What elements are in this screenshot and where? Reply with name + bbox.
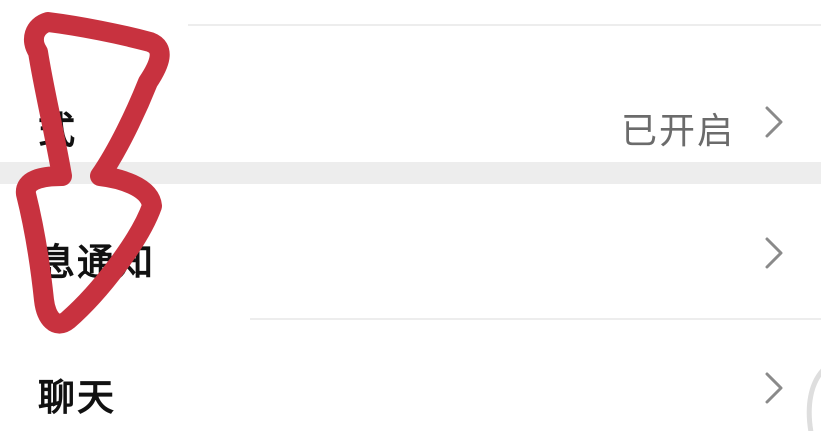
settings-row-mode[interactable]: 式 已开启 bbox=[0, 26, 821, 162]
row-value-mode: 已开启 bbox=[620, 111, 735, 152]
row-label-notifications: 息通知 bbox=[38, 241, 155, 284]
edge-partial-element bbox=[806, 368, 821, 431]
chevron-right-icon bbox=[765, 372, 783, 404]
settings-row-notifications[interactable]: 息通知 bbox=[0, 184, 821, 318]
section-separator bbox=[0, 162, 821, 184]
chevron-right-icon bbox=[765, 106, 783, 138]
top-area bbox=[0, 0, 821, 24]
row-label-chat: 聊天 bbox=[38, 376, 116, 419]
settings-screen: 式 已开启 息通知 聊天 bbox=[0, 0, 821, 431]
chevron-right-icon bbox=[765, 237, 783, 269]
settings-row-chat[interactable]: 聊天 bbox=[0, 320, 821, 431]
row-label-mode: 式 bbox=[38, 109, 77, 152]
